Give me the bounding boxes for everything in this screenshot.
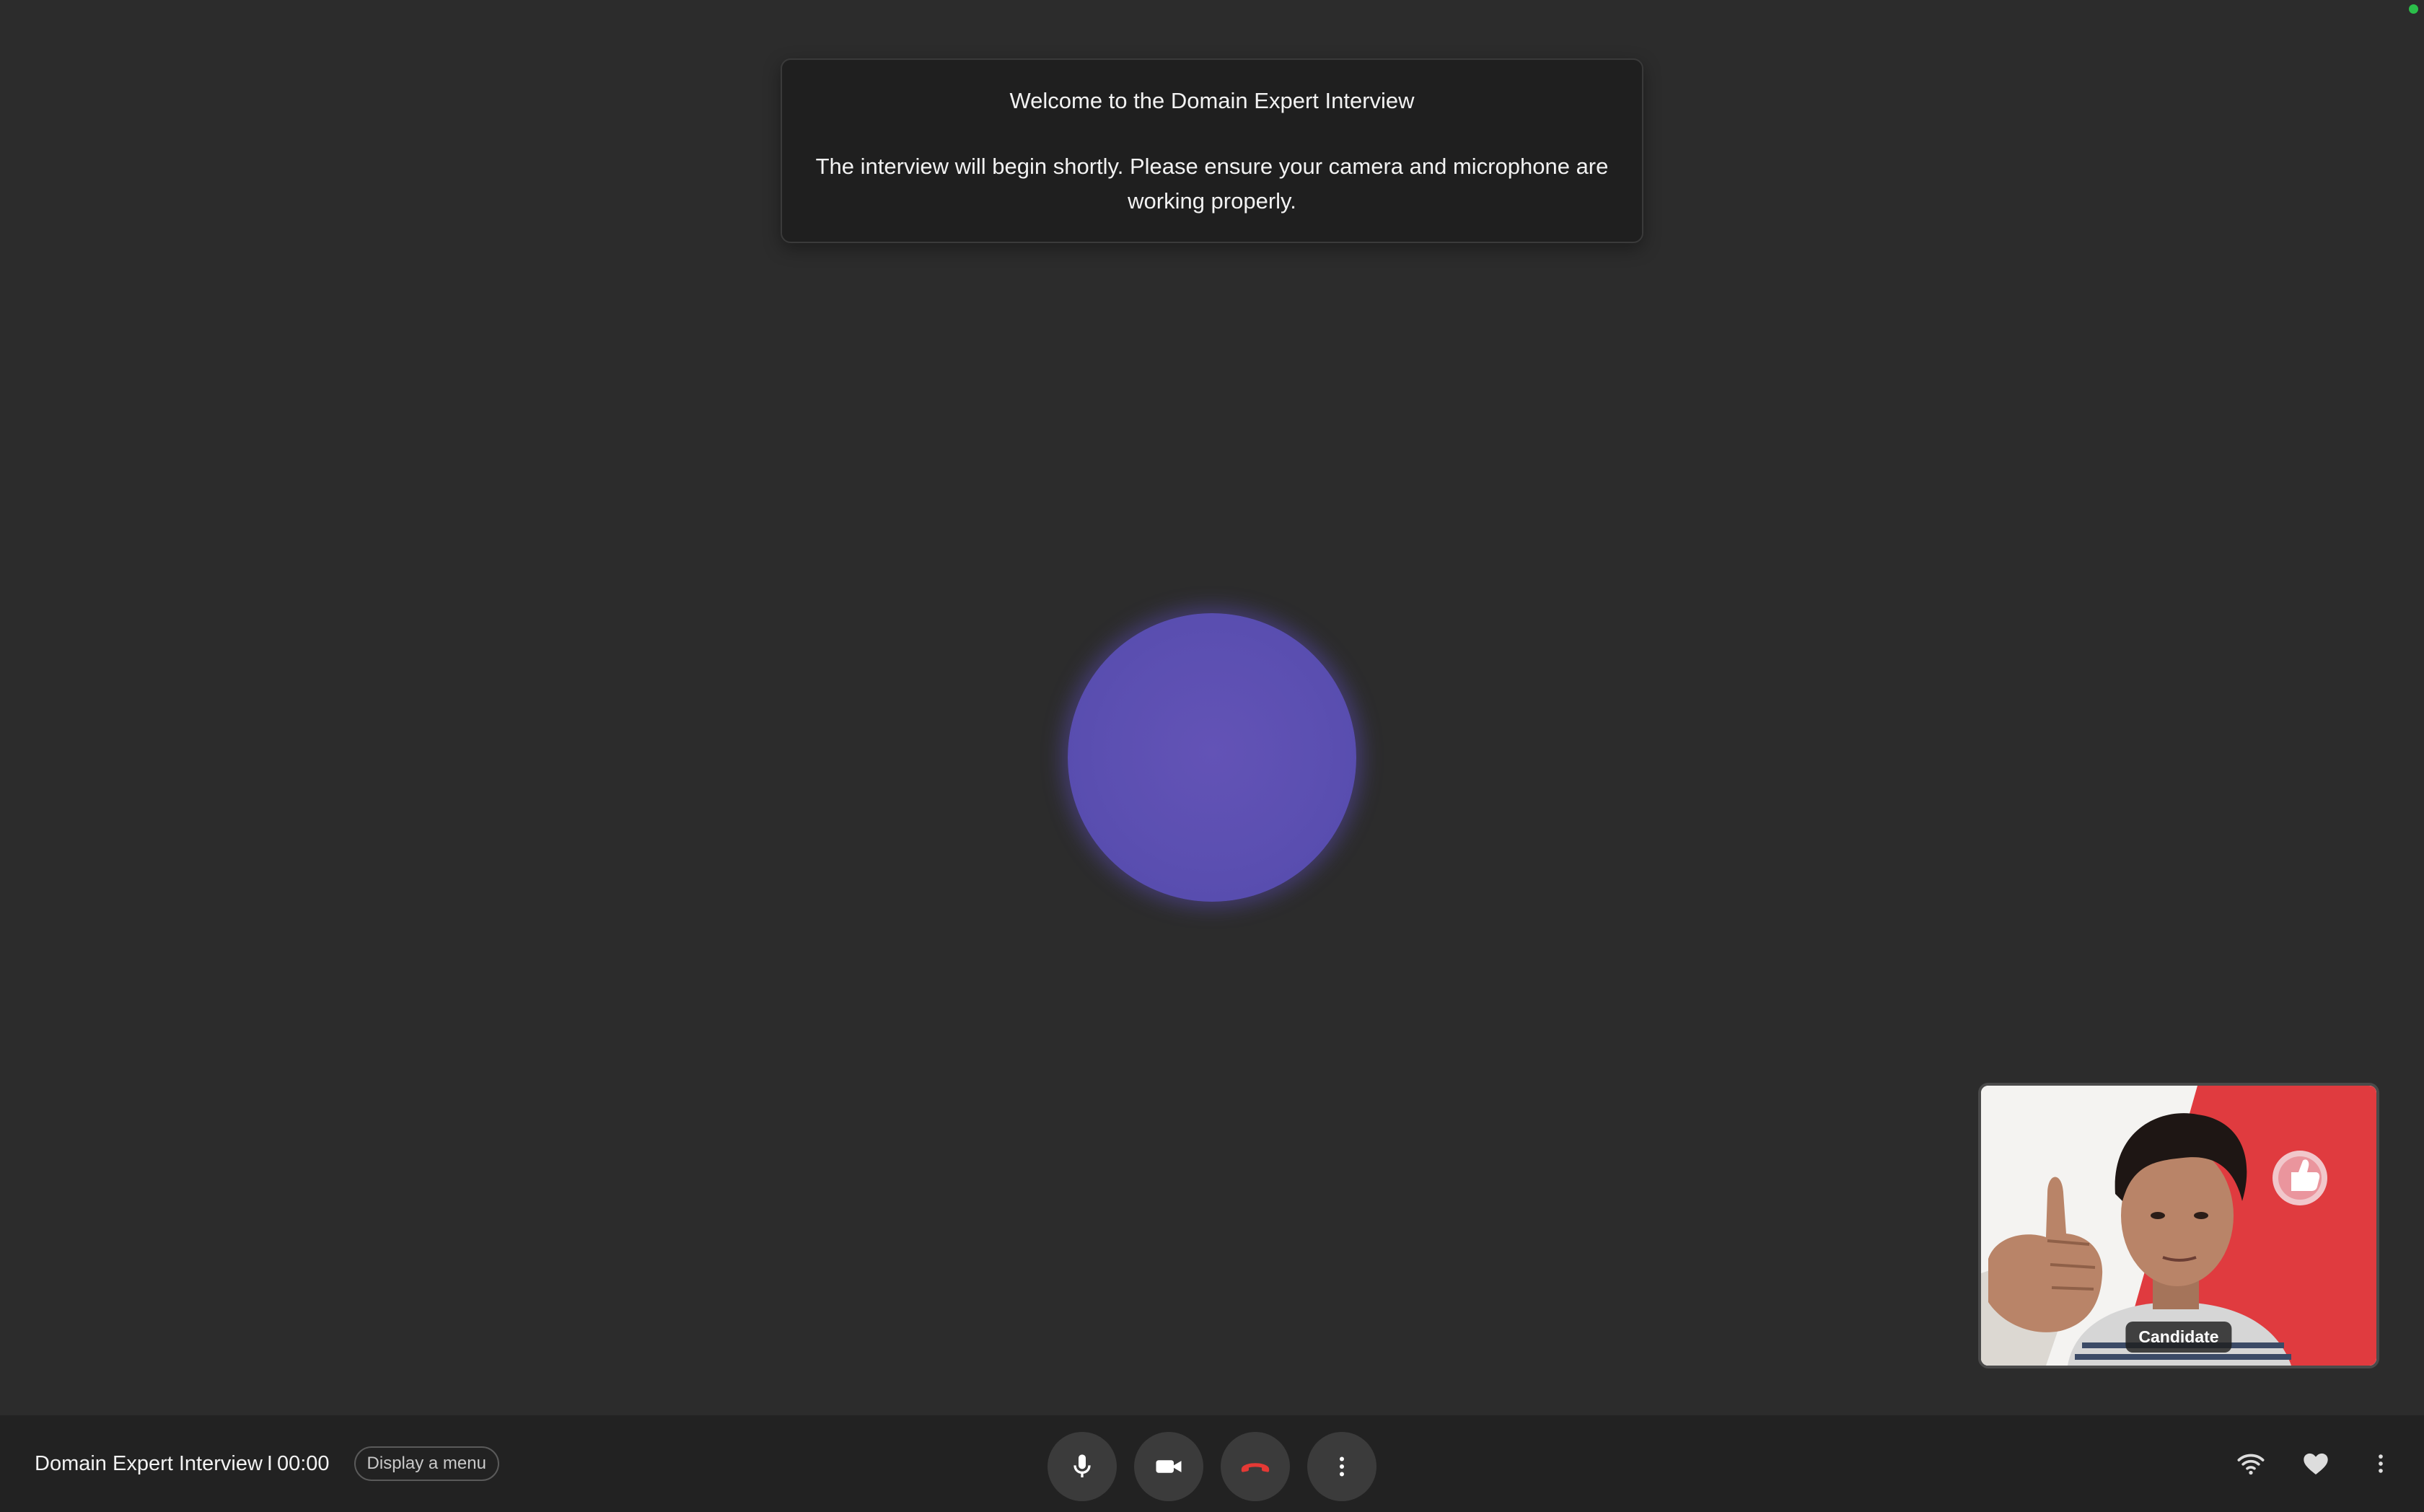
- title-separator: I: [266, 1451, 273, 1475]
- participant-name-tag: Candidate: [2125, 1322, 2232, 1353]
- call-controls: [1048, 1432, 1376, 1501]
- reactions-button[interactable]: [2301, 1449, 2330, 1478]
- interview-screen: Welcome to the Domain Expert Interview T…: [0, 0, 2424, 1512]
- microphone-button[interactable]: [1048, 1432, 1117, 1501]
- candidate-self-view: Candidate: [1978, 1083, 2379, 1368]
- ai-interviewer-orb: [1068, 613, 1356, 902]
- network-status-button[interactable]: [2236, 1449, 2265, 1478]
- welcome-title: Welcome to the Domain Expert Interview: [1009, 88, 1415, 113]
- more-options-button[interactable]: [1307, 1432, 1376, 1501]
- hang-up-icon: [1241, 1463, 1270, 1472]
- welcome-card: Welcome to the Domain Expert Interview T…: [781, 58, 1643, 243]
- wifi-icon: [2237, 1454, 2265, 1475]
- display-menu-button[interactable]: Display a menu: [354, 1446, 499, 1481]
- camera-button[interactable]: [1134, 1432, 1203, 1501]
- connection-status-dot: [2409, 4, 2418, 14]
- heart-icon: [2304, 1453, 2328, 1474]
- meeting-timer: 00:00: [276, 1451, 330, 1475]
- overflow-menu-button[interactable]: [2366, 1449, 2395, 1478]
- status-icons: [2236, 1415, 2395, 1512]
- more-vert-icon: [2379, 1454, 2383, 1473]
- camera-icon: [1156, 1460, 1182, 1473]
- microphone-icon: [1073, 1454, 1091, 1477]
- welcome-message: The interview will begin shortly. Please…: [815, 154, 1609, 214]
- bottom-control-bar: Domain Expert Interview I 00:00 Display …: [0, 1415, 2424, 1512]
- meeting-title: Domain Expert Interview: [35, 1451, 263, 1475]
- hang-up-button[interactable]: [1221, 1432, 1290, 1501]
- more-options-icon: [1340, 1456, 1344, 1477]
- meeting-info: Domain Expert Interview I 00:00 Display …: [35, 1415, 499, 1512]
